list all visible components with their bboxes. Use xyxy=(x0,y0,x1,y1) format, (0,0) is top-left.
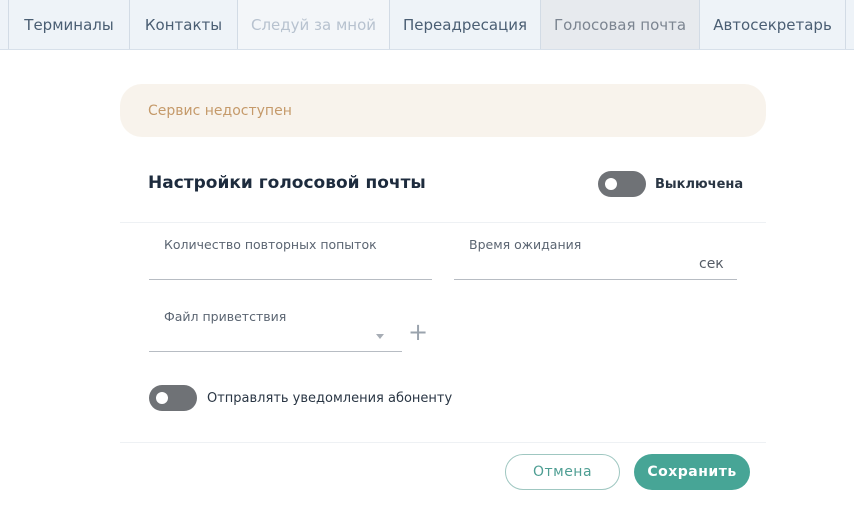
greeting-file-underline xyxy=(149,351,402,352)
save-button[interactable]: Сохранить xyxy=(634,454,750,490)
toggle-knob xyxy=(156,392,168,404)
banner-text: Сервис недоступен xyxy=(148,102,292,119)
wait-time-unit: сек xyxy=(699,256,724,272)
tab-follow-me: Следуй за мной xyxy=(238,0,390,49)
notify-label: Отправлять уведомления абоненту xyxy=(207,391,453,406)
greeting-file-label: Файл приветствия xyxy=(164,309,287,324)
tab-forwarding[interactable]: Переадресация xyxy=(390,0,541,49)
tab-bar-spacer xyxy=(0,0,8,49)
notify-toggle[interactable] xyxy=(149,385,197,411)
wait-time-label: Время ожидания xyxy=(469,237,582,252)
add-icon[interactable]: + xyxy=(408,320,428,344)
divider-top xyxy=(120,222,766,223)
voicemail-settings-title: Настройки голосовой почты xyxy=(148,173,426,193)
divider-bottom xyxy=(120,442,766,443)
tab-bar: Терминалы Контакты Следуй за мной Переад… xyxy=(0,0,854,50)
tab-terminals[interactable]: Терминалы xyxy=(8,0,130,49)
tab-autosecretary[interactable]: Автосекретарь xyxy=(700,0,846,49)
service-unavailable-banner: Сервис недоступен xyxy=(120,84,766,137)
voicemail-toggle[interactable] xyxy=(598,171,646,197)
chevron-down-icon[interactable] xyxy=(376,334,384,339)
cancel-button[interactable]: Отмена xyxy=(505,454,620,490)
retries-underline xyxy=(149,279,432,280)
wait-time-input[interactable] xyxy=(454,253,694,279)
retries-input[interactable] xyxy=(149,253,432,279)
toggle-knob xyxy=(605,178,617,190)
cancel-button-label: Отмена xyxy=(532,464,593,480)
tab-contacts[interactable]: Контакты xyxy=(130,0,238,49)
tab-voicemail[interactable]: Голосовая почта xyxy=(541,0,700,49)
retries-label: Количество повторных попыток xyxy=(164,237,377,252)
wait-time-underline xyxy=(454,279,737,280)
voicemail-toggle-label: Выключена xyxy=(655,177,744,192)
save-button-label: Сохранить xyxy=(647,464,737,480)
greeting-file-select[interactable] xyxy=(149,325,402,351)
